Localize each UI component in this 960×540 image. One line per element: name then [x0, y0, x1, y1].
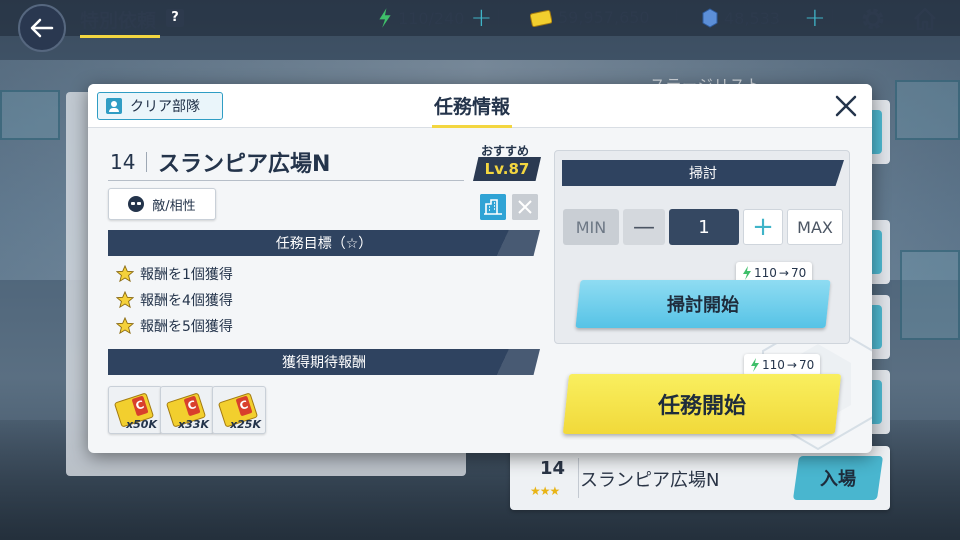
divider [498, 9, 500, 27]
sweep-start-button[interactable]: 掃討開始 [575, 280, 831, 328]
enemy-face-icon [128, 196, 145, 212]
background-window [0, 90, 60, 140]
user-icon [106, 98, 122, 114]
arrow-right-icon: → [786, 358, 797, 372]
enter-button-label: 入場 [820, 469, 856, 490]
stage-name: スランピア広場N [158, 152, 331, 177]
rewards-header: 獲得期待報酬 [108, 349, 540, 375]
objective-item: 報酬を1個獲得 [116, 264, 233, 284]
sweep-header: 掃討 [562, 160, 844, 186]
objective-item: 報酬を5個獲得 [116, 316, 233, 336]
mission-info-modal: クリア部隊 任務情報 14 スランピア広場N おすすめ Lv.87 敵/相性 任… [88, 84, 872, 453]
mission-cost-bubble: 110 → 70 [744, 354, 821, 376]
help-icon[interactable]: ? [166, 9, 184, 27]
gems-value: 48,533 [724, 8, 780, 28]
clear-team-label: クリア部隊 [130, 99, 200, 115]
page-title: 特別依頼 [80, 6, 161, 38]
back-arrow-icon [30, 18, 54, 38]
reward-quantity: x33K [178, 418, 209, 431]
clear-team-button[interactable]: クリア部隊 [97, 92, 223, 120]
reward-item[interactable]: x50K [108, 386, 162, 434]
stage-number: 14 [110, 150, 136, 174]
reward-item[interactable]: x33K [160, 386, 214, 434]
reward-item[interactable]: x25K [212, 386, 266, 434]
stamina-display: 110/240 + [378, 5, 500, 31]
sweep-count-field[interactable]: 1 [669, 209, 739, 245]
modal-header: クリア部隊 任務情報 [88, 84, 872, 128]
stamina-bolt-icon [379, 8, 391, 28]
divider [108, 180, 464, 181]
objective-label: 報酬を4個獲得 [140, 293, 233, 309]
credits-value: 59,957,650 [558, 8, 650, 27]
divider [578, 458, 579, 498]
stage-row-number: 14 [540, 458, 566, 479]
star-icon [116, 291, 134, 309]
gear-icon[interactable] [860, 6, 886, 32]
stage-row-name: スランピア広場N [580, 470, 720, 491]
decrement-button[interactable]: — [623, 209, 665, 245]
credit-icon [530, 9, 552, 27]
enemy-affinity-label: 敵/相性 [152, 198, 196, 214]
recommended-level-badge: おすすめ Lv.87 [473, 142, 543, 182]
objective-label: 報酬を1個獲得 [140, 267, 233, 283]
close-icon[interactable] [832, 92, 860, 120]
add-stamina-icon[interactable]: + [470, 5, 492, 31]
stamina-bolt-icon [751, 358, 759, 372]
divider [146, 152, 147, 172]
background-window [895, 80, 960, 140]
star-icon [116, 317, 134, 335]
cost-from: 110 [754, 266, 777, 280]
objective-label: 報酬を5個獲得 [140, 319, 233, 335]
divider [831, 9, 833, 27]
gem-icon [702, 8, 718, 28]
building-icon[interactable] [480, 194, 506, 220]
stage-row-stars: ★★★ [530, 484, 560, 498]
objective-item: 報酬を4個獲得 [116, 290, 233, 310]
increment-button[interactable]: + [743, 209, 783, 245]
reward-quantity: x50K [126, 418, 157, 431]
arrow-right-icon: → [778, 266, 789, 280]
cost-to: 70 [790, 266, 807, 280]
credits-display: 59,957,650 [530, 8, 677, 27]
mission-start-button[interactable]: 任務開始 [562, 374, 842, 434]
add-gems-icon[interactable]: + [804, 5, 826, 31]
recommended-label: おすすめ [481, 144, 530, 158]
background-window [900, 250, 960, 340]
modal-title: 任務情報 [431, 92, 513, 128]
star-icon [116, 265, 134, 283]
gems-display: 48,533 + [702, 5, 833, 31]
recommended-level: Lv.87 [473, 157, 541, 181]
objectives-header: 任務目標（☆） [108, 230, 540, 256]
stamina-bolt-icon [743, 266, 751, 280]
divider [675, 8, 677, 27]
mission-start-label: 任務開始 [657, 394, 746, 419]
home-icon[interactable] [912, 6, 938, 32]
enemy-affinity-button[interactable]: 敵/相性 [108, 188, 216, 220]
min-button[interactable]: MIN [563, 209, 619, 245]
back-button[interactable] [18, 4, 66, 52]
sweep-start-label: 掃討開始 [667, 295, 739, 316]
cost-from: 110 [762, 358, 785, 372]
enter-button[interactable]: 入場 [792, 456, 884, 500]
disabled-x-icon [512, 194, 538, 220]
max-button[interactable]: MAX [787, 209, 843, 245]
reward-quantity: x25K [230, 418, 261, 431]
stage-list-item-14[interactable]: 14 ★★★ スランピア広場N 入場 [510, 446, 890, 510]
stamina-value: 110/240 [398, 8, 465, 28]
cost-to: 70 [798, 358, 815, 372]
